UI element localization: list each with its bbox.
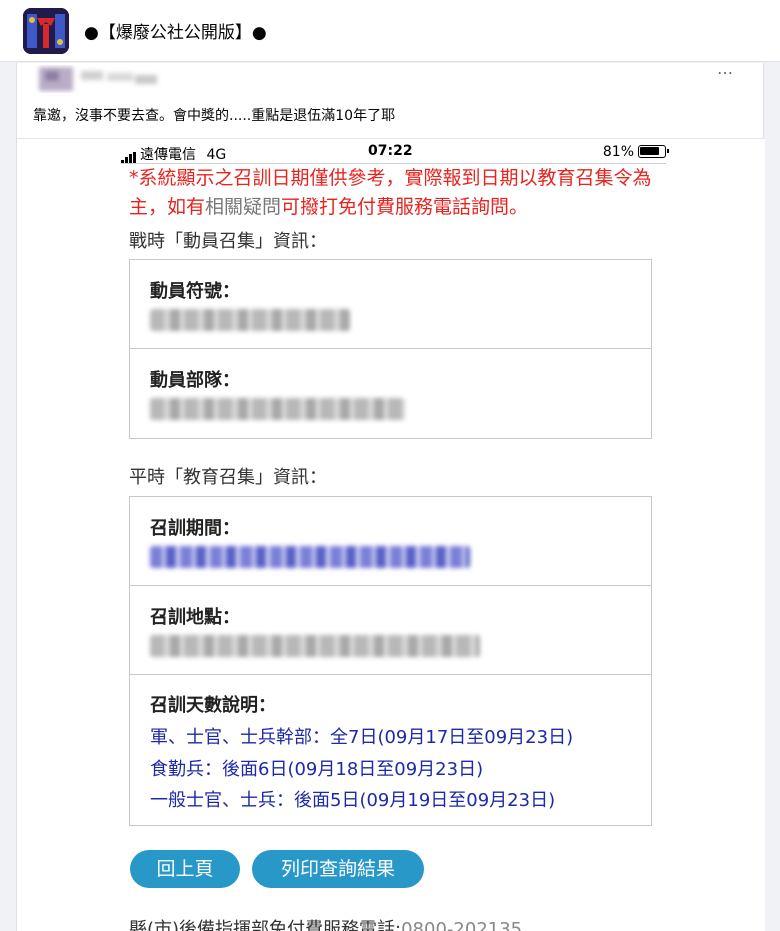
hotline-text: 縣(市)後備指揮部免付費服務電話:0800-202135 [129,915,522,931]
mobilization-symbol-redacted [150,309,350,331]
mobilization-unit-title: 動員部隊： [150,370,240,391]
training-days-title: 召訓天數說明： [150,695,276,716]
mobilization-symbol-cell: 動員符號： [130,260,651,349]
battery-status: 81% [602,144,669,160]
notice-gray-part: 相關疑問 [205,196,282,218]
back-button[interactable]: 回上頁 [130,850,240,888]
carrier-info: 遠傳電信 4G [121,144,226,164]
group-avatar[interactable] [23,8,69,54]
hotline-label: 縣(市)後備指揮部免付費服務電話: [129,919,402,931]
mobilization-unit-redacted [150,398,405,420]
post-text: 靠邀，沒事不要去查。會中獎的.....重點是退伍滿10年了耶 [33,108,396,124]
peacetime-box: 召訓期間： 召訓地點： 召訓天數說明： 軍、士官、士兵幹部：全7日(09月17日… [129,496,652,826]
network-type: 4G [206,147,227,163]
days-line-cook: 食勤兵：後面6日(09月18日至09月23日) [150,759,484,780]
notice-part2: 可撥打免付費服務電話詢問。 [281,196,529,218]
more-options-icon[interactable]: … [717,59,734,78]
peacetime-label: 平時「教育召集」資訊： [129,467,327,488]
days-line-general: 一般士官、士兵：後面5日(09月19日至09月23日) [150,790,556,811]
carrier-name: 遠傳電信 [140,147,196,163]
training-days-cell: 召訓天數說明： 軍、士官、士兵幹部：全7日(09月17日至09月23日) 食勤兵… [130,675,651,825]
mobilization-unit-cell: 動員部隊： [130,349,651,438]
days-line-cadre: 軍、士官、士兵幹部：全7日(09月17日至09月23日) [150,727,574,748]
hotline-number[interactable]: 0800-202135 [401,919,522,931]
author-avatar-blurred [39,67,157,91]
phone-status-bar: 遠傳電信 4G 07:22 81% [121,141,669,164]
training-period-redacted [150,546,470,568]
post-card: … 靠邀，沒事不要去查。會中獎的.....重點是退伍滿10年了耶 遠傳電信 4G… [16,59,765,931]
signal-icon [121,148,137,164]
training-period-cell: 召訓期間： [130,497,651,586]
status-time: 07:22 [368,143,413,159]
mobilization-symbol-title: 動員符號： [150,281,240,302]
training-period-title: 召訓期間： [150,518,240,539]
battery-percent: 81% [602,144,634,160]
group-logo-icon [23,8,69,54]
training-location-cell: 召訓地點： [130,586,651,675]
print-results-button[interactable]: 列印查詢結果 [252,850,424,888]
battery-icon [638,145,669,158]
training-location-title: 召訓地點： [150,607,240,628]
wartime-box: 動員符號： 動員部隊： [129,259,652,439]
post-screenshot[interactable]: 遠傳電信 4G 07:22 81% *系統顯示之召訓日期僅供參考，實際報到日期以… [17,138,765,931]
notice-text: *系統顯示之召訓日期僅供參考，實際報到日期以教育召集令為主，如有相關疑問可撥打免… [129,164,659,222]
group-header: ●【爆廢公社公開版】● [0,0,780,62]
group-title[interactable]: ●【爆廢公社公開版】● [84,18,267,43]
wartime-label: 戰時「動員召集」資訊： [129,231,327,252]
training-location-redacted [150,635,480,657]
